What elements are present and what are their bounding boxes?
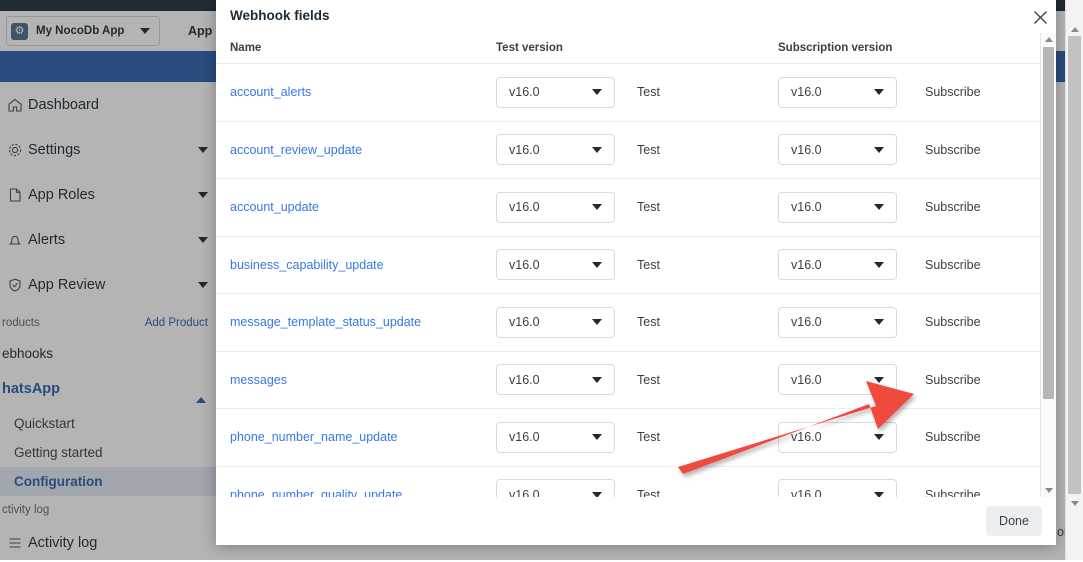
column-header-name: Name (230, 42, 262, 54)
webhook-field-name-link[interactable]: phone_number_quality_update (216, 488, 456, 497)
test-action-link[interactable]: Test (593, 373, 748, 387)
subscription-version-cell: v16.0 (748, 191, 897, 223)
scroll-up-arrow-icon[interactable] (1041, 33, 1056, 46)
table-row: account_update v16.0 Test v16.0 Subscribe (216, 179, 1056, 237)
test-action-link[interactable]: Test (593, 258, 748, 272)
modal-header: Webhook fields (216, 0, 1056, 33)
scroll-down-arrow-icon[interactable] (1041, 484, 1056, 497)
webhook-field-name-link[interactable]: account_update (216, 200, 456, 214)
chevron-down-icon (874, 319, 884, 326)
done-button[interactable]: Done (986, 506, 1042, 536)
subscription-version-value: v16.0 (791, 487, 822, 497)
test-version-cell: v16.0 (456, 421, 615, 453)
subscription-version-select[interactable]: v16.0 (778, 306, 897, 338)
test-action-link[interactable]: Test (593, 200, 748, 214)
chevron-down-icon (874, 434, 884, 441)
chevron-down-icon (874, 89, 884, 96)
test-version-cell: v16.0 (456, 306, 615, 338)
page-title: Webhook fields (230, 8, 330, 23)
subscribe-action-link[interactable]: Subscribe (885, 373, 1056, 387)
test-version-cell: v16.0 (456, 76, 615, 108)
webhook-field-name-link[interactable]: messages (216, 373, 456, 387)
test-version-cell: v16.0 (456, 191, 615, 223)
modal-scrollbar[interactable] (1040, 33, 1056, 497)
chevron-down-icon (874, 376, 884, 383)
test-version-value: v16.0 (509, 200, 540, 215)
subscription-version-value: v16.0 (791, 142, 822, 157)
subscription-version-select[interactable]: v16.0 (778, 191, 897, 223)
subscription-version-cell: v16.0 (748, 421, 897, 453)
table-row: business_capability_update v16.0 Test v16.0… (216, 237, 1056, 294)
subscription-version-select[interactable]: v16.0 (778, 364, 897, 396)
modal-scrollbar-thumb[interactable] (1043, 47, 1054, 399)
subscription-version-select[interactable]: v16.0 (778, 421, 897, 453)
test-version-value: v16.0 (509, 142, 540, 157)
close-icon[interactable] (1028, 5, 1052, 29)
test-version-value: v16.0 (509, 372, 540, 387)
subscription-version-select[interactable]: v16.0 (778, 76, 897, 108)
webhook-field-name-link[interactable]: account_alerts (216, 85, 456, 99)
subscription-version-select[interactable]: v16.0 (778, 134, 897, 166)
subscribe-action-link[interactable]: Subscribe (885, 258, 1056, 272)
subscribe-action-link[interactable]: Subscribe (885, 85, 1056, 99)
subscribe-action-link[interactable]: Subscribe (885, 200, 1056, 214)
test-version-cell: v16.0 (456, 479, 615, 497)
subscription-version-value: v16.0 (791, 200, 822, 215)
page-scrollbar[interactable] (1065, 0, 1083, 560)
chevron-down-icon (874, 204, 884, 211)
subscription-version-value: v16.0 (791, 257, 822, 272)
modal-footer: Done (216, 497, 1056, 545)
test-action-link[interactable]: Test (593, 488, 748, 497)
test-version-value: v16.0 (509, 85, 540, 100)
subscription-version-value: v16.0 (791, 372, 822, 387)
column-header-subscription-version: Subscription version (778, 42, 893, 54)
page-scroll-up-arrow-icon[interactable] (1066, 22, 1083, 37)
subscription-version-cell: v16.0 (748, 76, 897, 108)
webhook-field-name-link[interactable]: message_template_status_update (216, 315, 456, 329)
table-row: phone_number_name_update v16.0 Test v16.0 Su… (216, 409, 1056, 467)
test-version-value: v16.0 (509, 487, 540, 497)
chevron-down-icon (874, 261, 884, 268)
test-action-link[interactable]: Test (593, 315, 748, 329)
webhook-fields-table: account_alerts v16.0 Test v16.0 Subscribe acc… (216, 64, 1056, 497)
webhook-field-name-link[interactable]: phone_number_name_update (216, 430, 456, 444)
subscription-version-value: v16.0 (791, 430, 822, 445)
table-row: account_review_update v16.0 Test v16.0 Subsc… (216, 122, 1056, 179)
column-header-test-version: Test version (496, 42, 563, 54)
subscription-version-select[interactable]: v16.0 (778, 249, 897, 281)
subscribe-action-link[interactable]: Subscribe (885, 488, 1056, 497)
test-version-value: v16.0 (509, 430, 540, 445)
webhook-fields-modal: Webhook fields Name Test version Subscri… (216, 0, 1056, 545)
subscription-version-value: v16.0 (791, 85, 822, 100)
subscription-version-cell: v16.0 (748, 364, 897, 396)
subscription-version-select[interactable]: v16.0 (778, 479, 897, 497)
test-version-value: v16.0 (509, 257, 540, 272)
subscribe-action-link[interactable]: Subscribe (885, 143, 1056, 157)
subscription-version-cell: v16.0 (748, 249, 897, 281)
subscription-version-cell: v16.0 (748, 134, 897, 166)
subscription-version-cell: v16.0 (748, 306, 897, 338)
test-action-link[interactable]: Test (593, 430, 748, 444)
chevron-down-icon (874, 146, 884, 153)
webhook-field-name-link[interactable]: business_capability_update (216, 258, 456, 272)
subscription-version-cell: v16.0 (748, 479, 897, 497)
subscribe-action-link[interactable]: Subscribe (885, 315, 1056, 329)
page-scrollbar-thumb[interactable] (1068, 36, 1081, 494)
page-scroll-down-arrow-icon[interactable] (1066, 496, 1083, 511)
table-row: message_template_status_update v16.0 Test v… (216, 294, 1056, 352)
table-row: account_alerts v16.0 Test v16.0 Subscribe (216, 64, 1056, 122)
table-row: phone_number_quality_update v16.0 Test v16.… (216, 467, 1056, 497)
test-version-cell: v16.0 (456, 249, 615, 281)
table-header-row: Name Test version Subscription version (216, 33, 1056, 64)
test-version-cell: v16.0 (456, 364, 615, 396)
test-version-value: v16.0 (509, 315, 540, 330)
subscribe-action-link[interactable]: Subscribe (885, 430, 1056, 444)
webhook-field-name-link[interactable]: account_review_update (216, 143, 456, 157)
subscription-version-value: v16.0 (791, 315, 822, 330)
modal-body: Name Test version Subscription version a… (216, 33, 1056, 497)
table-row: messages v16.0 Test v16.0 Subscribe (216, 352, 1056, 409)
test-version-cell: v16.0 (456, 134, 615, 166)
test-action-link[interactable]: Test (593, 143, 748, 157)
test-action-link[interactable]: Test (593, 85, 748, 99)
